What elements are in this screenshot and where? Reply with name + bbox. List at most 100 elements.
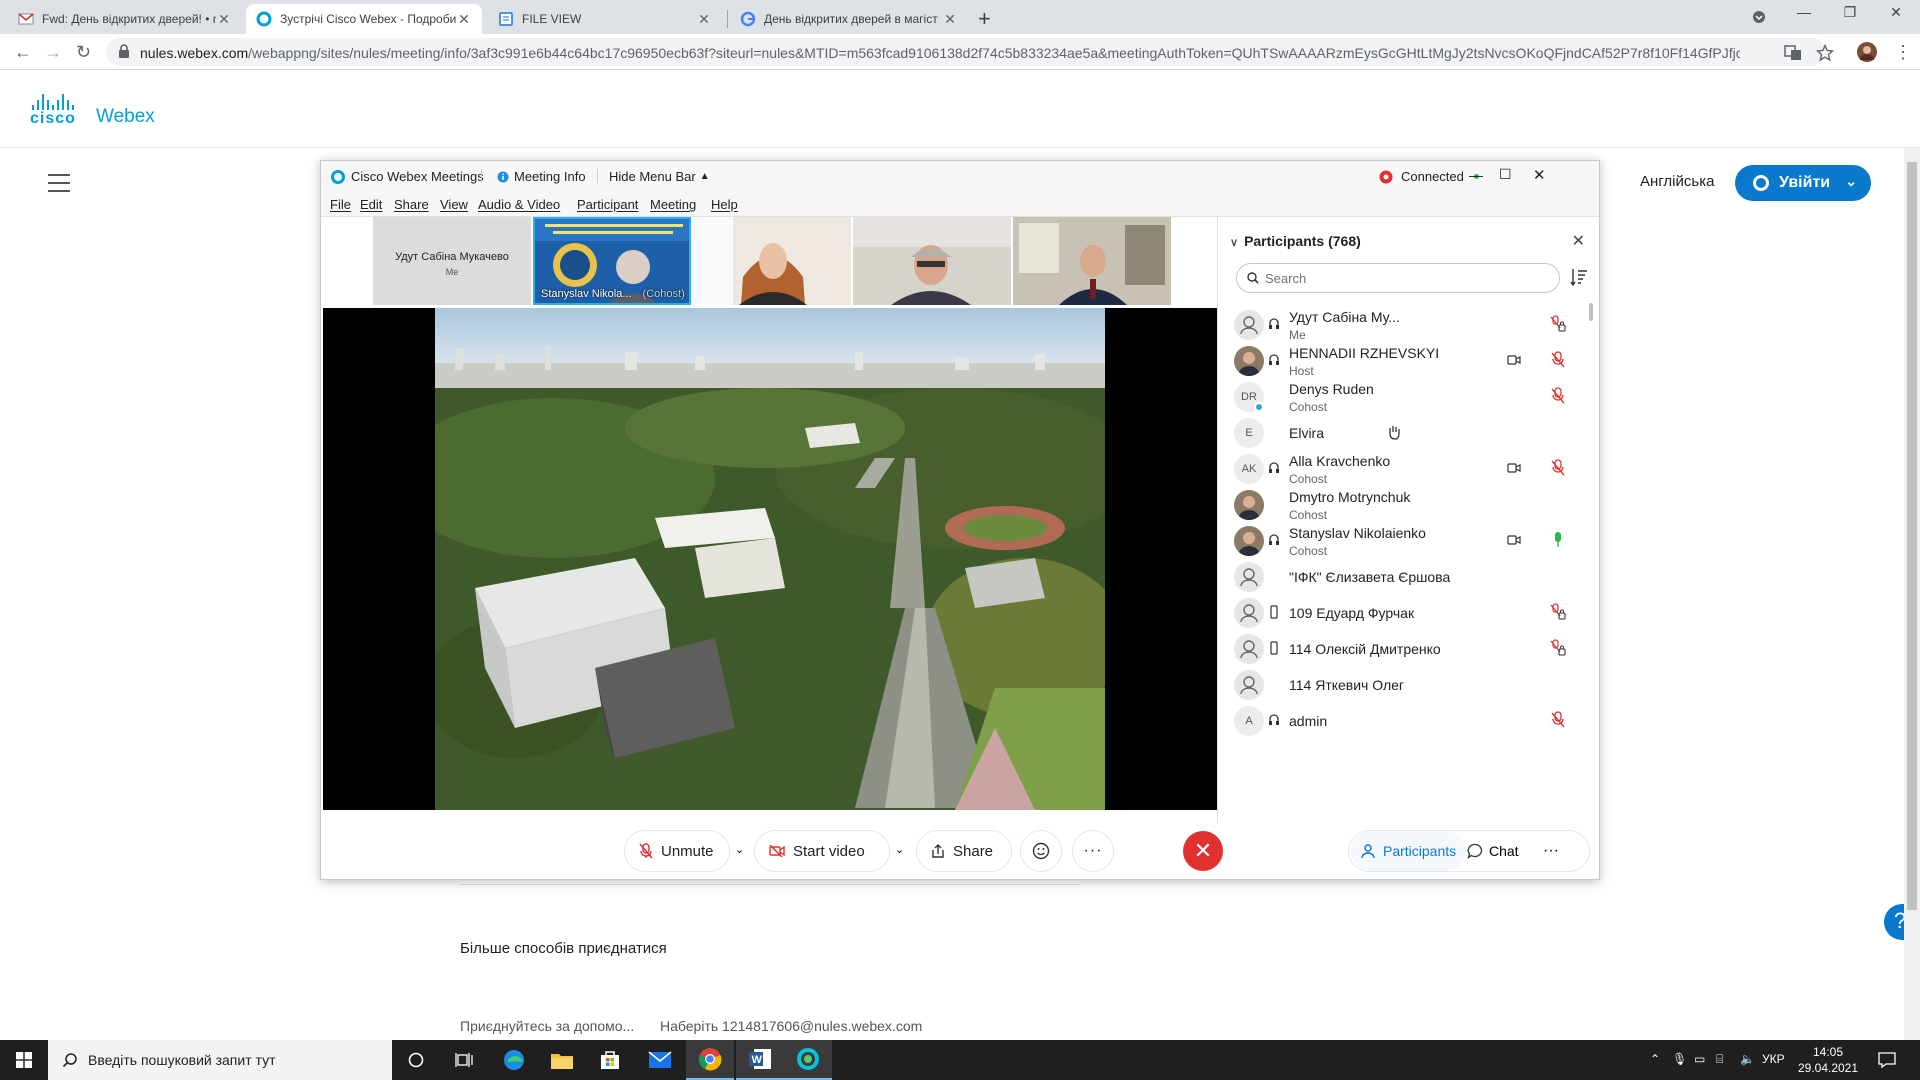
start-button[interactable] [0,1040,48,1080]
participant-video-tile[interactable] [1013,217,1171,305]
mic-muted-icon[interactable] [1550,639,1566,657]
search-input[interactable] [1265,269,1545,287]
browser-menu-icon[interactable]: ⋮ [1894,42,1912,63]
scrollbar-thumb[interactable] [1589,303,1593,321]
language-selector[interactable]: Англійська [1640,173,1714,190]
browser-tab-file-view[interactable]: FILE VIEW ✕ [488,4,722,34]
microphone-tray-icon[interactable]: 🎙 [1672,1052,1687,1066]
video-camera-icon[interactable] [1507,355,1521,365]
cortana-icon[interactable] [392,1040,440,1080]
browser-tab-webex[interactable]: Зустрічі Cisco Webex - Подробиц ✕ [246,4,482,34]
store-icon[interactable] [586,1040,634,1080]
leave-meeting-button[interactable]: ✕ [1183,831,1223,871]
participant-list-scrollbar[interactable] [1588,303,1594,815]
taskbar-search[interactable]: Введіть пошуковий запит тут [48,1040,392,1080]
edge-icon[interactable] [490,1040,538,1080]
cisco-logo[interactable]: cisco [30,94,76,128]
chevron-down-icon[interactable]: ⌄ [895,843,904,856]
close-icon[interactable]: ✕ [456,11,472,28]
self-video-tile[interactable]: Удут Сабіна Мукачево Me [373,217,531,305]
close-window-icon[interactable]: ✕ [1874,4,1918,21]
raised-hand-icon[interactable] [1386,423,1402,441]
reload-icon[interactable]: ↻ [76,42,91,63]
network-icon[interactable]: ⌸ [1716,1052,1723,1067]
menu-view[interactable]: View [440,197,468,212]
participant-video-tile[interactable] [693,217,851,305]
menu-edit[interactable]: Edit [360,197,382,212]
sort-icon[interactable] [1570,267,1588,287]
word-icon[interactable]: W [736,1040,784,1080]
browser-tab-google[interactable]: День відкритих дверей в магіст ✕ [730,4,968,34]
video-camera-icon[interactable] [1507,463,1521,473]
video-camera-icon[interactable] [1507,535,1521,545]
hide-menu-bar-button[interactable]: Hide Menu Bar ▲ [609,169,710,184]
minimize-icon[interactable]: — [1782,4,1826,20]
minimize-icon[interactable]: — [1469,167,1483,183]
webex-taskbar-icon[interactable] [784,1040,832,1080]
close-icon[interactable]: ✕ [696,11,712,28]
page-scrollbar[interactable] [1904,148,1920,1040]
chevron-down-icon[interactable]: ⌄ [735,843,744,856]
close-panel-icon[interactable]: ✕ [1572,231,1585,251]
menu-share[interactable]: Share [394,197,429,212]
participant-row[interactable]: Aadmin [1218,699,1588,743]
main-video-area[interactable] [323,308,1217,810]
login-button[interactable]: Увійти ⌄ [1735,165,1871,201]
mail-icon[interactable] [636,1040,684,1080]
mic-muted-icon[interactable] [1550,387,1566,405]
forward-icon[interactable]: → [44,42,62,63]
participant-search[interactable] [1236,263,1560,293]
menu-audio-video[interactable]: Audio & Video [478,197,560,212]
more-ways-to-join[interactable]: Більше способів приєднатися [460,940,667,957]
scrollbar-thumb[interactable] [1907,162,1917,910]
profile-avatar-icon[interactable] [1856,41,1878,63]
reactions-button[interactable] [1021,831,1061,871]
mic-muted-icon[interactable] [1550,459,1566,477]
close-icon[interactable]: ✕ [216,11,232,28]
menu-help[interactable]: Help [711,197,738,212]
maximize-icon[interactable]: ☐ [1499,166,1512,183]
input-language[interactable]: УКР [1762,1052,1785,1066]
meeting-info-button[interactable]: Meeting Info [497,169,586,184]
hamburger-menu-icon[interactable] [48,174,70,192]
menu-file[interactable]: File [330,197,351,212]
chrome-icon[interactable] [686,1040,734,1080]
profile-indicator-icon[interactable] [1752,10,1766,24]
battery-icon[interactable]: ▭ [1694,1052,1705,1066]
active-speaker-tile[interactable]: Stanyslav Nikola... (Cohost) [533,217,691,305]
unmute-button[interactable]: Unmute [625,831,729,871]
tray-expand-icon[interactable]: ⌃ [1650,1052,1660,1066]
task-view-icon[interactable] [440,1040,488,1080]
mic-muted-icon[interactable] [1550,315,1566,333]
back-icon[interactable]: ← [14,42,32,63]
mic-muted-icon[interactable] [1550,711,1566,729]
participant-video-tile[interactable] [853,217,1011,305]
close-icon[interactable]: ✕ [942,11,958,28]
menu-participant[interactable]: Participant [577,197,638,212]
start-video-button[interactable]: Start video [755,831,889,871]
browser-tab-gmail[interactable]: Fwd: День відкритих дверей! • n ✕ [8,4,242,34]
lock-icon[interactable] [118,44,130,58]
notifications-icon[interactable] [1878,1052,1896,1068]
address-bar[interactable]: nules.webex.com/webappng/sites/nules/mee… [106,38,1826,66]
mic-muted-icon[interactable] [1550,603,1566,621]
more-options-button[interactable]: ··· [1073,831,1113,871]
connection-status[interactable]: Connected [1379,169,1479,184]
translate-icon[interactable] [1784,44,1802,62]
restore-icon[interactable]: ❐ [1828,4,1872,21]
share-button[interactable]: Share [917,831,1011,871]
panel-more-button[interactable]: ··· [1533,831,1569,871]
file-explorer-icon[interactable] [538,1040,586,1080]
new-tab-button[interactable]: + [978,6,991,32]
chevron-down-icon: ∨ [1230,237,1239,249]
close-icon[interactable]: ✕ [1533,166,1546,184]
menu-meeting[interactable]: Meeting [650,197,696,212]
bookmark-star-icon[interactable] [1816,44,1834,62]
participants-tab[interactable]: Participants [1351,831,1467,871]
system-clock[interactable]: 14:05 29.04.2021 [1796,1044,1860,1076]
participants-panel-title[interactable]: ∨ Participants (768) [1230,233,1361,249]
mic-active-icon[interactable] [1550,531,1566,549]
volume-icon[interactable]: 🔈 [1740,1052,1755,1066]
chat-tab[interactable]: Chat [1457,831,1529,871]
mic-muted-icon[interactable] [1550,351,1566,369]
